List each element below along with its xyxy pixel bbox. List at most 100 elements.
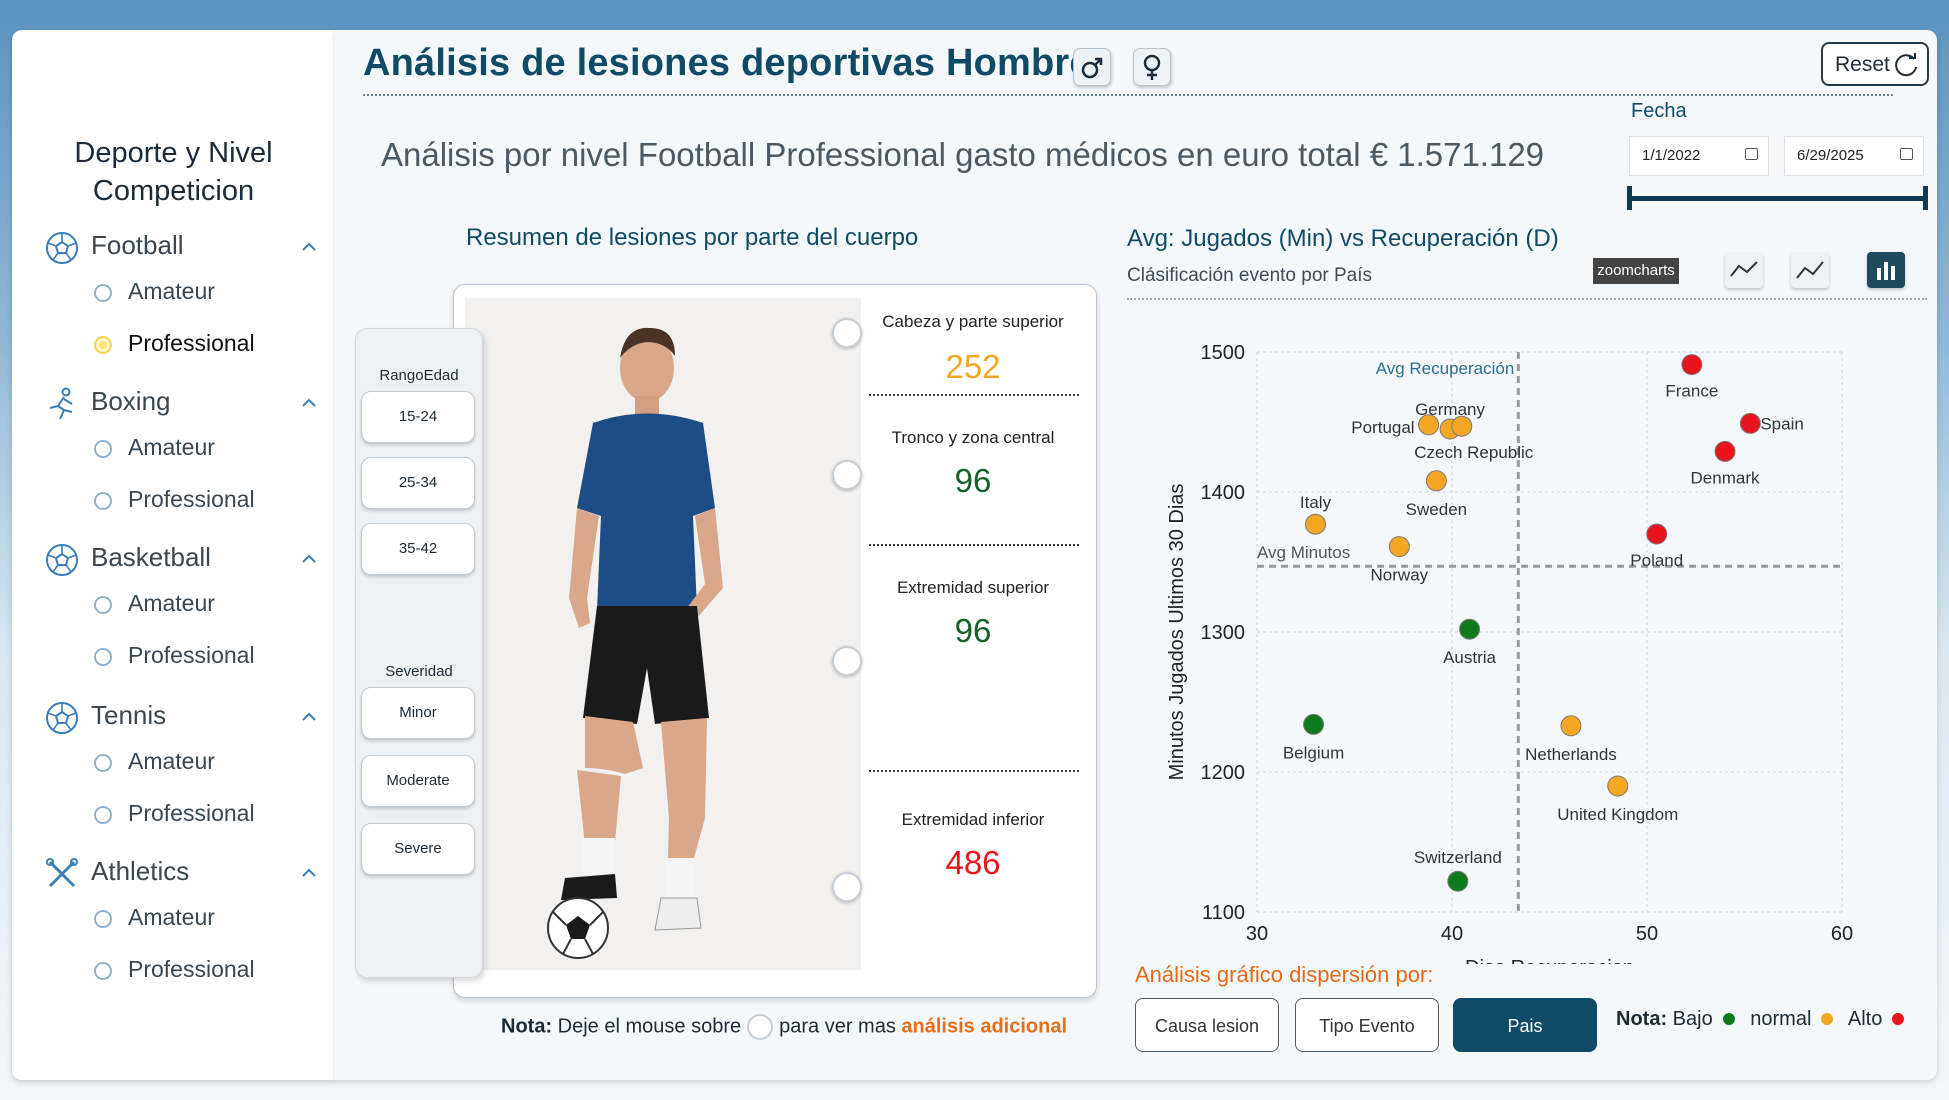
chart-header-divider: [1127, 298, 1927, 300]
option-football-professional[interactable]: Professional: [94, 328, 314, 364]
avg-recuperacion-label: Avg Recuperación: [1376, 359, 1515, 378]
age-25-34-button[interactable]: 25-34: [361, 457, 475, 509]
slider-handle-start[interactable]: [1627, 186, 1632, 210]
radio-button[interactable]: [94, 336, 112, 354]
radio-button[interactable]: [94, 648, 112, 666]
note-before: Deje el mouse sobre: [557, 1015, 742, 1038]
hover-circle-icon: [747, 1014, 774, 1040]
age-15-24-button[interactable]: 15-24: [361, 391, 475, 443]
tipo-evento-button[interactable]: Tipo Evento: [1295, 998, 1439, 1052]
option-label: Amateur: [128, 748, 215, 774]
female-filter-button[interactable]: [1133, 48, 1171, 86]
calendar-icon[interactable]: [1745, 148, 1758, 160]
sport-football[interactable]: Football: [32, 226, 322, 270]
option-label: Amateur: [128, 278, 215, 304]
point-label-portugal: Portugal: [1351, 418, 1414, 437]
start-date-input[interactable]: 1/1/2022: [1629, 136, 1769, 176]
chevron-up-icon[interactable]: [302, 710, 316, 724]
age-range-label: RangoEdad: [379, 367, 459, 384]
option-athletics-professional[interactable]: Professional: [94, 954, 314, 990]
option-tennis-amateur[interactable]: Amateur: [94, 746, 314, 782]
date-range-slider[interactable]: [1629, 196, 1925, 201]
radio-button[interactable]: [94, 910, 112, 928]
stat-divider: [869, 394, 1079, 396]
body-panel-title: Resumen de lesiones por parte del cuerpo: [466, 224, 919, 251]
sport-label: Football: [91, 230, 184, 260]
severity-severe-button[interactable]: Severe: [361, 823, 475, 875]
reset-button[interactable]: Reset: [1821, 42, 1929, 86]
option-football-amateur[interactable]: Amateur: [94, 276, 314, 312]
note-after: para ver mas: [779, 1015, 896, 1038]
point-label-france: France: [1665, 382, 1718, 401]
radio-button[interactable]: [94, 962, 112, 980]
legend-label-normal: normal: [1750, 1008, 1812, 1030]
title-divider: [363, 94, 1893, 96]
end-date-input[interactable]: 6/29/2025: [1784, 136, 1924, 176]
point-portugal: [1418, 414, 1440, 436]
stat-label-trunk: Tronco y zona central: [891, 428, 1055, 447]
sport-tennis[interactable]: Tennis: [32, 696, 322, 740]
stat-label-upper-limb: Extremidad superior: [896, 578, 1050, 597]
causa-lesion-button[interactable]: Causa lesion: [1135, 998, 1279, 1052]
radio-button[interactable]: [94, 284, 112, 302]
chevron-up-icon[interactable]: [302, 552, 316, 566]
option-basketball-amateur[interactable]: Amateur: [94, 588, 314, 624]
bar-chart-toggle[interactable]: [1867, 252, 1905, 288]
point-label-czech-republic: Czech Republic: [1414, 443, 1534, 462]
option-boxing-professional[interactable]: Professional: [94, 484, 314, 520]
age-35-42-button[interactable]: 35-42: [361, 523, 475, 575]
zoomcharts-logo: zoomcharts: [1593, 258, 1679, 284]
chart-legend: Nota: Bajo normal Alto: [1616, 1008, 1914, 1031]
stat-value-trunk: 96: [954, 462, 992, 499]
soccer-ball-icon: [46, 232, 78, 264]
scatter-subtitle: Clásificación evento por País: [1127, 265, 1373, 286]
chevron-up-icon[interactable]: [302, 866, 316, 880]
point-label-netherlands: Netherlands: [1525, 745, 1617, 764]
legend-dot-bajo: [1722, 1012, 1735, 1025]
sport-boxing[interactable]: Boxing: [32, 382, 322, 426]
chevron-up-icon[interactable]: [302, 240, 316, 254]
y-tick-label: 1100: [1202, 902, 1245, 924]
sidebar-title: Deporte y Nivel Competicion: [74, 137, 273, 207]
line-chart-toggle[interactable]: [1725, 252, 1763, 288]
point-sweden: [1425, 470, 1447, 492]
y-tick-label: 1200: [1201, 762, 1246, 784]
male-filter-button[interactable]: [1073, 48, 1111, 86]
radio-button[interactable]: [94, 806, 112, 824]
trend-chart-icon: [1796, 261, 1824, 279]
point-label-spain: Spain: [1760, 414, 1803, 433]
option-label: Professional: [128, 486, 255, 512]
option-label: Professional: [128, 956, 255, 982]
severity-minor-button[interactable]: Minor: [361, 687, 475, 739]
radio-button[interactable]: [94, 754, 112, 772]
point-spain: [1739, 412, 1761, 434]
option-label: Professional: [128, 330, 255, 356]
avg-minutos-label: Avg Minutos: [1257, 543, 1350, 562]
sport-athletics[interactable]: Athletics: [32, 852, 322, 896]
note-bold: Nota:: [501, 1015, 553, 1038]
sport-basketball[interactable]: Basketball: [32, 538, 322, 582]
area-chart-toggle[interactable]: [1791, 252, 1829, 288]
pais-button[interactable]: Pais: [1453, 998, 1597, 1052]
legend-dot-normal: [1821, 1012, 1834, 1025]
calendar-icon[interactable]: [1900, 148, 1913, 160]
chevron-up-icon[interactable]: [302, 396, 316, 410]
option-label: Amateur: [128, 590, 215, 616]
line-chart-icon: [1730, 261, 1758, 277]
radio-button[interactable]: [94, 440, 112, 458]
radio-button[interactable]: [94, 596, 112, 614]
option-athletics-amateur[interactable]: Amateur: [94, 902, 314, 938]
reset-label: Reset: [1835, 53, 1890, 76]
point-label-denmark: Denmark: [1691, 468, 1760, 487]
option-boxing-amateur[interactable]: Amateur: [94, 432, 314, 468]
radio-button[interactable]: [94, 492, 112, 510]
x-tick-label: 50: [1636, 923, 1658, 945]
slider-handle-end[interactable]: [1923, 186, 1928, 210]
option-label: Amateur: [128, 904, 215, 930]
point-belgium: [1303, 713, 1325, 735]
option-tennis-professional[interactable]: Professional: [94, 798, 314, 834]
note-highlight: análisis adicional: [901, 1015, 1068, 1038]
hover-point-upper-limb[interactable]: [832, 646, 862, 676]
severity-moderate-button[interactable]: Moderate: [361, 755, 475, 807]
option-basketball-professional[interactable]: Professional: [94, 640, 314, 676]
